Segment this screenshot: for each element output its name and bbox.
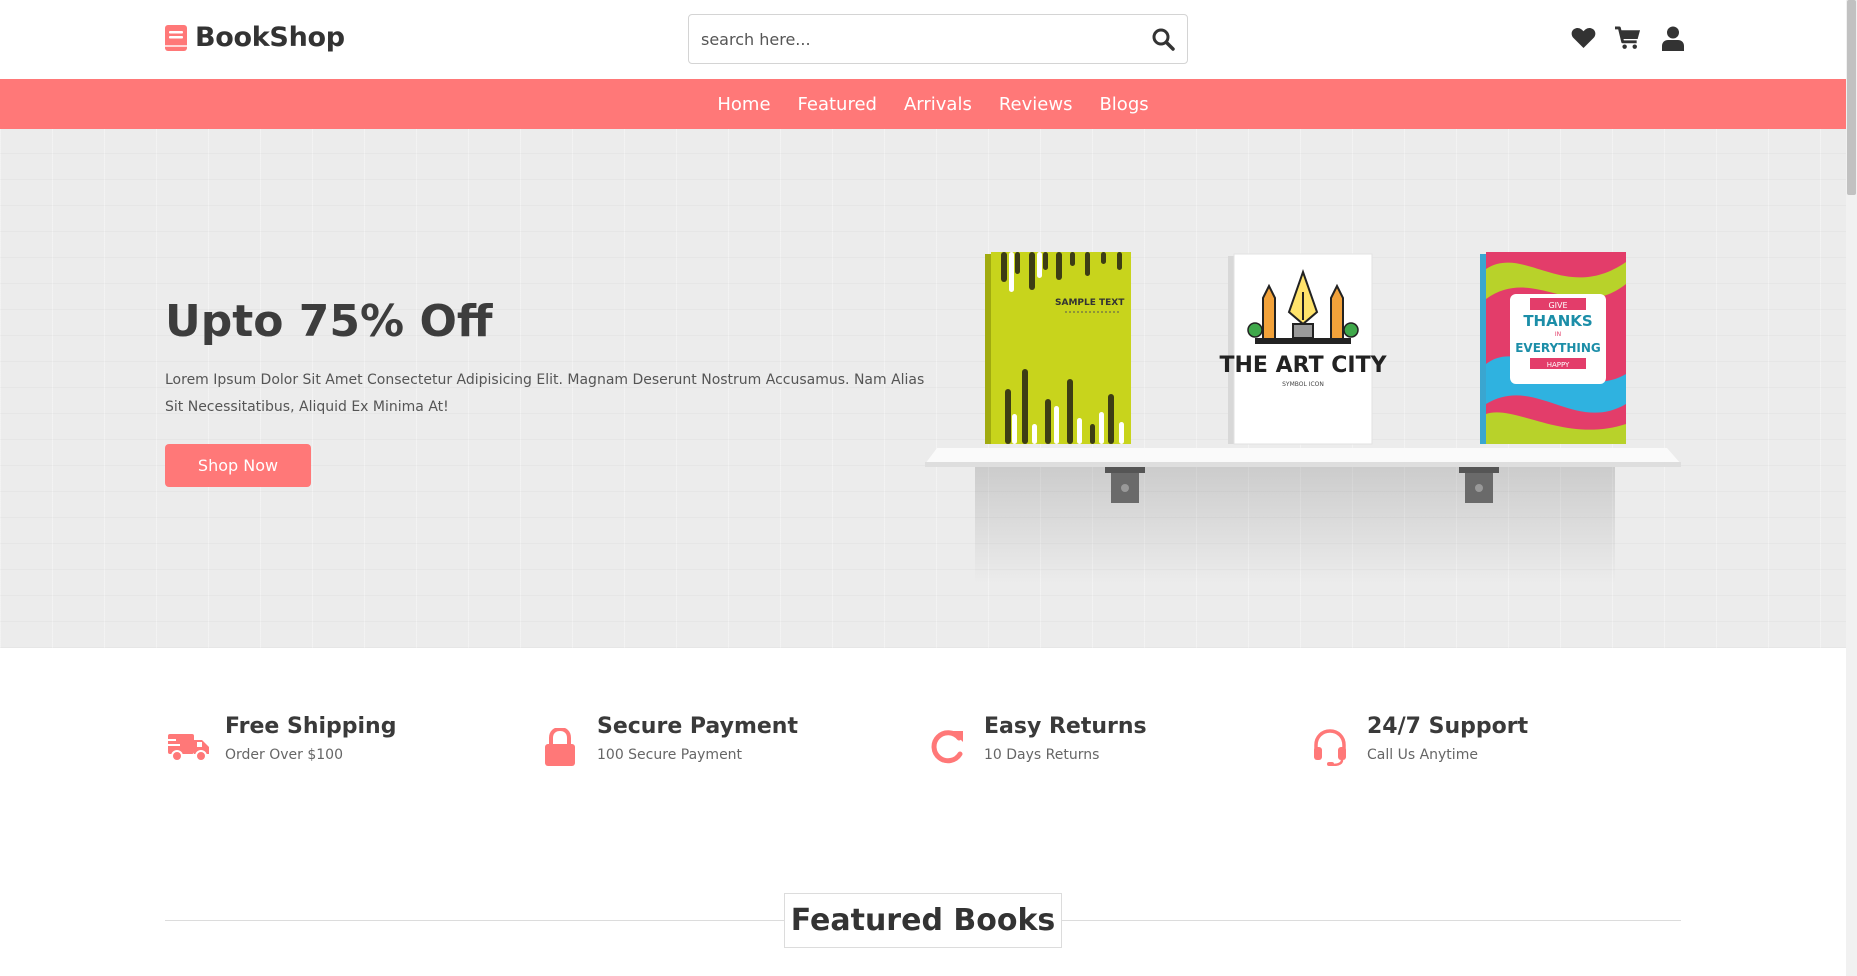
search-button[interactable] <box>1139 15 1187 63</box>
hero-banner: Upto 75% Off Lorem Ipsum Dolor Sit Amet … <box>0 129 1846 648</box>
book-cover-subtext: SYMBOL ICON <box>1282 381 1324 388</box>
feature-title: Free Shipping <box>225 714 397 739</box>
feature-subtitle: 100 Secure Payment <box>597 747 743 763</box>
brand-logo[interactable]: BookShop <box>165 22 345 53</box>
feature-subtitle: Order Over $100 <box>225 747 343 763</box>
nav-item-home[interactable]: Home <box>717 94 770 115</box>
user-icon <box>1662 26 1684 51</box>
hero-title: Upto 75% Off <box>165 296 493 347</box>
feature-subtitle: 10 Days Returns <box>984 747 1100 763</box>
section-heading-box: Featured Books <box>784 893 1062 948</box>
feature-support: 24/7 Support Call Us Anytime <box>1307 712 1529 766</box>
search-icon <box>1152 28 1175 51</box>
feature-title: 24/7 Support <box>1367 714 1529 739</box>
nav-item-featured[interactable]: Featured <box>798 94 877 115</box>
feature-title: Easy Returns <box>984 714 1147 739</box>
shelf-shadow <box>975 464 1615 584</box>
lock-icon <box>545 728 575 766</box>
book-cover-line-happy: HAPPY <box>1547 361 1570 369</box>
shop-now-button[interactable]: Shop Now <box>165 444 311 487</box>
feature-title: Secure Payment <box>597 714 798 739</box>
heart-icon <box>1571 27 1595 48</box>
header-icons <box>1570 24 1686 52</box>
brand-name: BookShop <box>195 22 345 53</box>
book-cover-lime[interactable]: SAMPLE TEXT <box>985 252 1131 444</box>
book-cover-text-sample: SAMPLE TEXT <box>1055 298 1125 308</box>
redo-icon <box>931 730 963 764</box>
feature-subtitle: Call Us Anytime <box>1367 747 1478 763</box>
account-button[interactable] <box>1660 24 1686 52</box>
search-input[interactable] <box>689 15 1139 63</box>
book-cover-line-everything: EVERYTHING <box>1515 341 1601 355</box>
main-nav: Home Featured Arrivals Reviews Blogs <box>0 79 1846 129</box>
book-cover-line-thanks: THANKS <box>1523 312 1592 330</box>
scrollbar-thumb[interactable] <box>1847 0 1856 195</box>
feature-secure-payment: Secure Payment 100 Secure Payment <box>537 712 798 766</box>
headset-icon <box>1314 729 1346 766</box>
feature-easy-returns: Easy Returns 10 Days Returns <box>924 712 1147 764</box>
nav-item-arrivals[interactable]: Arrivals <box>904 94 972 115</box>
book-cover-line-in: IN <box>1555 331 1561 338</box>
cart-icon <box>1615 26 1641 49</box>
site-header: BookShop <box>0 0 1846 79</box>
page-scrollbar[interactable] <box>1846 0 1857 976</box>
feature-free-shipping: Free Shipping Order Over $100 <box>165 712 396 763</box>
search-form <box>688 14 1188 64</box>
nav-item-reviews[interactable]: Reviews <box>999 94 1073 115</box>
bookshelf-illustration: SAMPLE TEXT THE ART CITY SYMBOL ICON GIV… <box>925 252 1681 584</box>
nav-item-blogs[interactable]: Blogs <box>1099 94 1148 115</box>
book-cover-title-art-city: THE ART CITY <box>1219 353 1387 378</box>
book-cover-art-city[interactable]: THE ART CITY SYMBOL ICON <box>1219 253 1388 445</box>
book-cover-line-give: GIVE <box>1548 301 1567 310</box>
cart-button[interactable] <box>1615 24 1641 52</box>
truck-icon <box>166 734 209 762</box>
wishlist-button[interactable] <box>1570 24 1596 52</box>
book-cover-thanks[interactable]: GIVE THANKS IN EVERYTHING HAPPY <box>1480 252 1626 444</box>
book-icon <box>165 24 187 51</box>
hero-description: Lorem Ipsum Dolor Sit Amet Consectetur A… <box>165 372 925 415</box>
section-heading: Featured Books <box>790 903 1056 938</box>
